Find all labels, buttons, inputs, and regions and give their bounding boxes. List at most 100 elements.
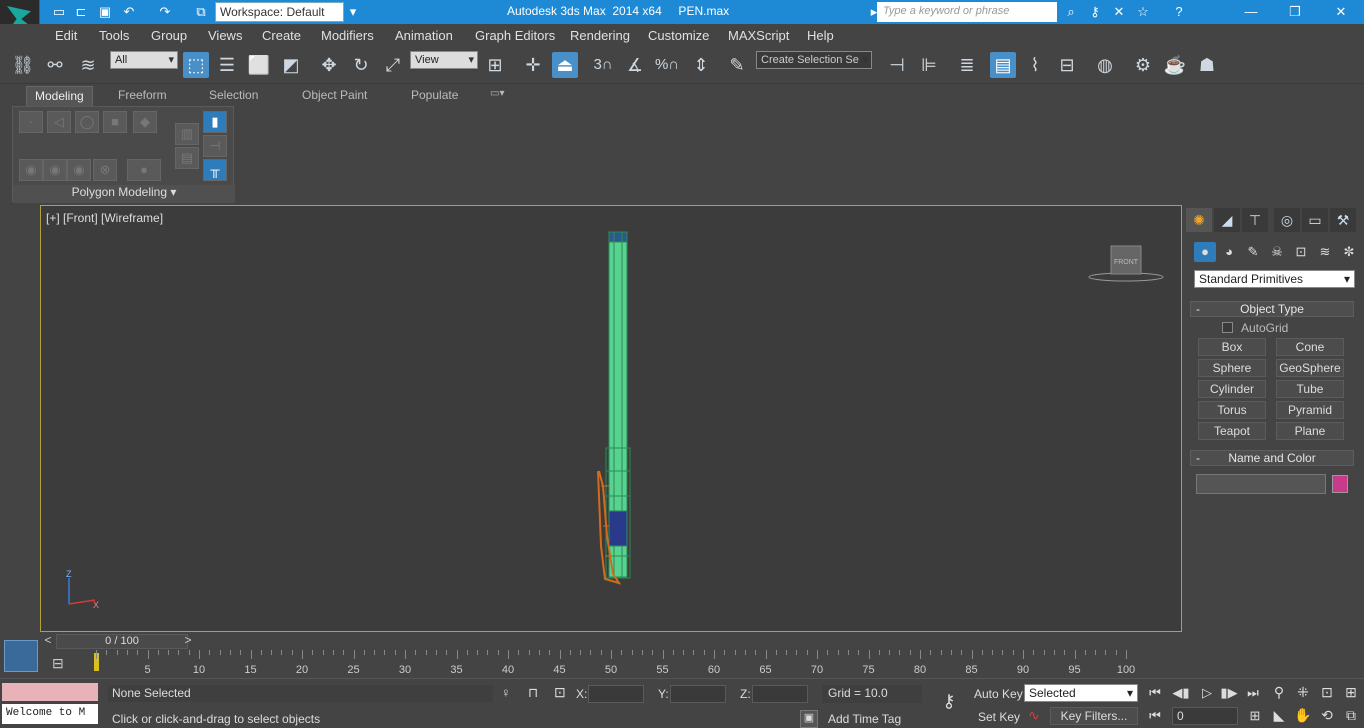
shapes-icon[interactable]: ◕ bbox=[1218, 242, 1240, 262]
spinner-snap-icon[interactable]: ⇕ bbox=[688, 52, 714, 78]
utilities-tab-icon[interactable]: ⚒ bbox=[1330, 208, 1356, 232]
angle-snap-icon[interactable]: ∡ bbox=[622, 52, 648, 78]
redo-icon[interactable]: ↷ bbox=[156, 3, 174, 21]
menu-maxscript[interactable]: MAXScript bbox=[728, 28, 789, 43]
polygon-modeling-dropdown[interactable]: Polygon Modeling ▾ bbox=[13, 185, 235, 203]
show-end-result-icon[interactable]: ▮ bbox=[203, 111, 227, 133]
default-tangents-icon[interactable]: ∿ bbox=[1028, 707, 1040, 724]
autogrid-checkbox[interactable]: AutoGrid bbox=[1222, 321, 1288, 335]
cameras-icon[interactable]: ☠ bbox=[1266, 242, 1288, 262]
menu-create[interactable]: Create bbox=[262, 28, 301, 43]
snaps-toggle-icon[interactable]: 3∩ bbox=[590, 52, 616, 78]
menu-customize[interactable]: Customize bbox=[648, 28, 709, 43]
hierarchy-tab-icon[interactable]: ⊤ bbox=[1242, 208, 1268, 232]
zoom-all-icon[interactable]: ⁜ bbox=[1292, 684, 1314, 701]
viewcube[interactable]: FRONT bbox=[1088, 245, 1164, 282]
play-icon[interactable]: ▷ bbox=[1196, 685, 1218, 701]
plane-button[interactable]: Plane bbox=[1276, 422, 1344, 440]
geometry-icon[interactable]: ● bbox=[1194, 242, 1216, 262]
help-icon[interactable]: ? bbox=[1170, 3, 1188, 21]
sphere-button[interactable]: Sphere bbox=[1198, 359, 1266, 377]
menu-graph-editors[interactable]: Graph Editors bbox=[475, 28, 555, 43]
undo-icon[interactable]: ↶ bbox=[120, 3, 138, 21]
go-to-start-icon[interactable]: ⏮ bbox=[1144, 685, 1166, 701]
modify-mode-icon[interactable]: ▥ bbox=[175, 123, 199, 145]
search-input[interactable]: Type a keyword or phrase bbox=[877, 2, 1057, 22]
curve-editor-icon[interactable]: ⌇ bbox=[1022, 52, 1048, 78]
auto-key-button[interactable]: Auto Key bbox=[974, 687, 1023, 701]
modify-tab-icon[interactable]: ◢ bbox=[1214, 208, 1240, 232]
edit-named-selection-icon[interactable]: ✎ bbox=[724, 52, 750, 78]
material-editor-icon[interactable]: ◍ bbox=[1092, 52, 1118, 78]
pan-view-icon[interactable]: ✋ bbox=[1292, 707, 1314, 724]
save-file-icon[interactable]: ▣ bbox=[96, 3, 114, 21]
element-level-icon[interactable]: ◆ bbox=[133, 111, 157, 133]
pyramid-button[interactable]: Pyramid bbox=[1276, 401, 1344, 419]
go-to-end-icon[interactable]: ⏭ bbox=[1242, 685, 1264, 701]
display-tab-icon[interactable]: ▭ bbox=[1302, 208, 1328, 232]
create-tab-icon[interactable]: ✺ bbox=[1186, 208, 1212, 232]
object-type-rollout[interactable]: - Object Type bbox=[1190, 301, 1354, 317]
unlink-icon[interactable]: ⚯ bbox=[42, 52, 68, 78]
orbit-icon[interactable]: ⟲ bbox=[1316, 707, 1338, 724]
scene-explorer-icon[interactable]: ▤ bbox=[990, 52, 1016, 78]
tab-populate[interactable]: Populate bbox=[403, 86, 466, 106]
box-button[interactable]: Box bbox=[1198, 338, 1266, 356]
lights-icon[interactable]: ✎ bbox=[1242, 242, 1264, 262]
render-setup-icon[interactable]: ⚙ bbox=[1130, 52, 1156, 78]
select-by-name-icon[interactable]: ☰ bbox=[214, 52, 240, 78]
use-soft-selection-icon[interactable]: ◉ bbox=[19, 159, 43, 181]
new-file-icon[interactable]: ▭ bbox=[50, 3, 68, 21]
tab-freeform[interactable]: Freeform bbox=[110, 86, 175, 106]
pivot-center-icon[interactable]: ⊞ bbox=[482, 52, 508, 78]
close-icon[interactable]: ✕ bbox=[1318, 0, 1364, 24]
helpers-icon[interactable]: ⊡ bbox=[1290, 242, 1312, 262]
mini-curve-editor-toggle[interactable] bbox=[4, 640, 38, 672]
isolate-selection-icon[interactable]: ♀ bbox=[501, 685, 511, 700]
bind-space-warp-icon[interactable]: ≋ bbox=[75, 52, 101, 78]
rotate-icon[interactable]: ↻ bbox=[348, 52, 374, 78]
menu-modifiers[interactable]: Modifiers bbox=[321, 28, 374, 43]
reference-coordinate-dropdown[interactable]: View bbox=[410, 51, 478, 69]
project-folder-icon[interactable]: ⧉ bbox=[192, 3, 210, 21]
object-name-input[interactable] bbox=[1196, 474, 1326, 494]
cone-button[interactable]: Cone bbox=[1276, 338, 1344, 356]
key-mode-toggle-icon[interactable]: ⏮ bbox=[1144, 708, 1166, 724]
object-color-swatch[interactable] bbox=[1332, 475, 1348, 493]
selection-filter-dropdown[interactable]: All bbox=[110, 51, 178, 69]
minimize-icon[interactable]: — bbox=[1228, 0, 1274, 24]
torus-button[interactable]: Torus bbox=[1198, 401, 1266, 419]
y-coordinate-field[interactable] bbox=[670, 685, 726, 703]
tube-button[interactable]: Tube bbox=[1276, 380, 1344, 398]
menu-edit[interactable]: Edit bbox=[55, 28, 77, 43]
rectangular-selection-icon[interactable]: ⬜ bbox=[246, 52, 272, 78]
add-time-tag[interactable]: Add Time Tag bbox=[828, 712, 901, 726]
align-icon[interactable]: ⊫ bbox=[916, 52, 942, 78]
geosphere-button[interactable]: GeoSphere bbox=[1276, 359, 1344, 377]
tab-object-paint[interactable]: Object Paint bbox=[294, 86, 375, 106]
menu-help[interactable]: Help bbox=[807, 28, 834, 43]
move-icon[interactable]: ✥ bbox=[316, 52, 342, 78]
x-coordinate-field[interactable] bbox=[588, 685, 644, 703]
scale-icon[interactable]: ⤢ bbox=[380, 52, 406, 78]
collapse-stack-icon[interactable]: ▤ bbox=[175, 147, 199, 169]
schematic-view-icon[interactable]: ⊟ bbox=[1054, 52, 1080, 78]
edge-level-icon[interactable]: ◁ bbox=[47, 111, 71, 133]
named-selection-set-dropdown[interactable]: Create Selection Se bbox=[756, 51, 872, 69]
current-frame-field[interactable]: 0 bbox=[1172, 707, 1238, 725]
key-set-dropdown[interactable]: Selected bbox=[1024, 684, 1138, 702]
time-slider-thumb[interactable]: 0 / 100 bbox=[56, 634, 188, 649]
next-frame-icon[interactable]: ▮▶ bbox=[1218, 685, 1240, 701]
preserve-uvs-icon[interactable]: ⊣ bbox=[203, 135, 227, 157]
prev-frame-arrow-icon[interactable]: < bbox=[40, 633, 56, 650]
layer-manager-icon[interactable]: ≣ bbox=[954, 52, 980, 78]
communication-center-icon[interactable]: ✕ bbox=[1110, 3, 1128, 21]
pen-model[interactable] bbox=[597, 231, 631, 585]
maxscript-mini-listener[interactable]: Welcome to M bbox=[2, 704, 98, 724]
vertex-level-icon[interactable]: · bbox=[19, 111, 43, 133]
menu-tools[interactable]: Tools bbox=[99, 28, 129, 43]
z-coordinate-field[interactable] bbox=[752, 685, 808, 703]
mirror-icon[interactable]: ⊣ bbox=[884, 52, 910, 78]
keyboard-shortcut-override-icon[interactable]: ⏏ bbox=[552, 52, 578, 78]
absolute-mode-icon[interactable]: ⊡ bbox=[554, 684, 566, 701]
